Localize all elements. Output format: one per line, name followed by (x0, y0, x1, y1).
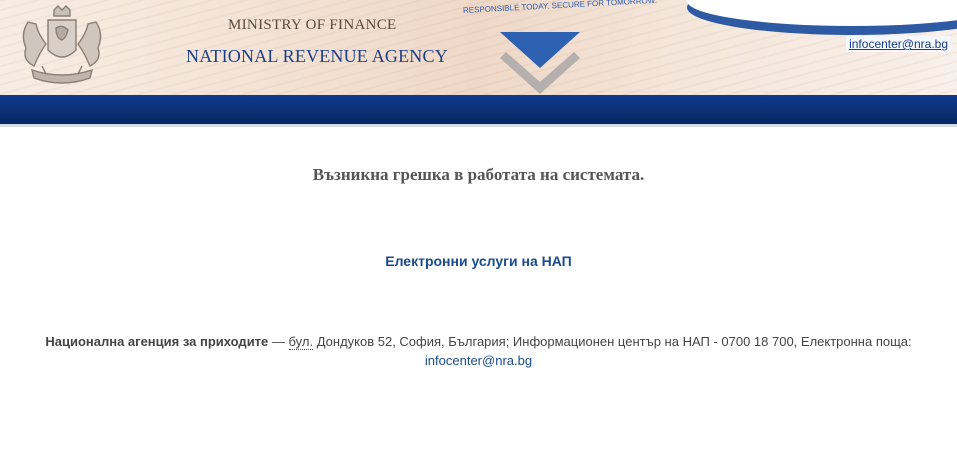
header-email-link[interactable]: infocenter@nra.bg (846, 36, 951, 52)
agency-title: NATIONAL REVENUE AGENCY (186, 46, 448, 66)
footer-abbr: бул. (288, 334, 314, 350)
footer: Национална агенция за приходите — бул. Д… (0, 332, 957, 370)
error-message: Възникна грешка в работата на системата. (312, 165, 645, 184)
footer-address: Дондуков 52, София, България; Информацио… (313, 334, 912, 349)
footer-line-1: Национална агенция за приходите — бул. Д… (0, 332, 957, 351)
footer-email-link[interactable]: infocenter@nra.bg (425, 353, 532, 368)
footer-line-2: infocenter@nra.bg (0, 351, 957, 370)
coat-of-arms-icon (22, 5, 102, 84)
nra-v-logo-icon (500, 32, 580, 94)
site-header: MINISTRY OF FINANCE NATIONAL REVENUE AGE… (0, 0, 957, 95)
e-services-link[interactable]: Електронни услуги на НАП (0, 253, 957, 269)
navigation-bar (0, 95, 957, 127)
footer-org-name: Национална агенция за приходите (45, 334, 269, 349)
ministry-title: MINISTRY OF FINANCE (228, 17, 397, 33)
footer-dash: — (268, 334, 289, 349)
